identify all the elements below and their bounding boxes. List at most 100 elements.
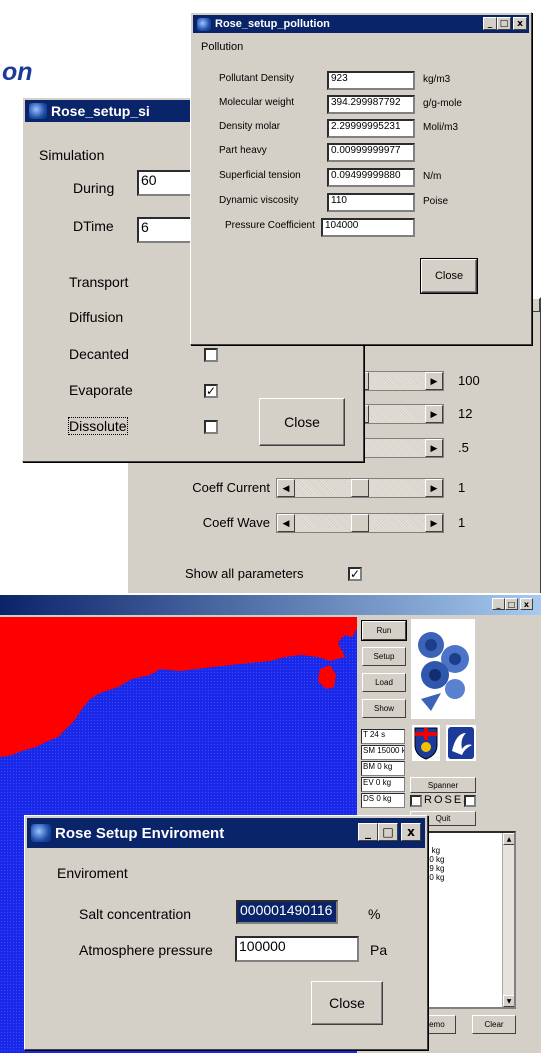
parameter-slider[interactable]: ◀▶ — [276, 478, 444, 498]
environment-setup-window: Rose Setup Enviroment _ □ x Enviroment S… — [24, 815, 428, 1050]
simulation-group-label: Simulation — [39, 147, 105, 163]
dtime-input[interactable]: 6 — [137, 217, 197, 243]
parameter-slider[interactable]: ◀▶ — [276, 513, 444, 533]
pollution-field-input[interactable]: 0.09499999880 — [327, 168, 415, 187]
maximize-button[interactable]: □ — [378, 823, 398, 841]
pollution-group-label: Pollution — [201, 41, 244, 53]
pollution-close-label: Close — [434, 270, 464, 282]
slider-left-arrow[interactable]: ◀ — [277, 514, 295, 532]
atmosphere-pressure-label: Atmosphere pressure — [79, 942, 213, 958]
pollution-field-label: Molecular weight — [219, 97, 295, 108]
pollution-field-label: Pollutant Density — [219, 73, 295, 84]
show-all-parameters-checkbox[interactable]: ✓ — [348, 567, 362, 581]
close-window-button[interactable]: x — [520, 598, 533, 610]
show-button-label: Show — [373, 704, 394, 713]
dissolute-checkbox[interactable] — [204, 420, 218, 434]
setup-button[interactable]: Setup — [362, 647, 406, 666]
dtime-label: DTime — [73, 218, 114, 234]
log-scrollbar[interactable]: ▲ ▼ — [502, 833, 514, 1007]
pollution-field-input[interactable]: 394.299987792 — [327, 95, 415, 114]
pressure-unit-label: Pa — [370, 942, 388, 958]
maximize-button[interactable]: □ — [505, 598, 518, 610]
status-readout: BM 0 kg — [361, 761, 405, 776]
show-button[interactable]: Show — [362, 699, 406, 718]
quit-button-label: Quit — [435, 814, 451, 823]
status-readout: EV 0 kg — [361, 777, 405, 792]
pollution-field-input[interactable]: 0.00999999977 — [327, 143, 415, 162]
show-all-parameters-label: Show all parameters — [185, 566, 304, 581]
pollution-field-input[interactable]: 104000 — [321, 218, 415, 237]
slide-title-fragment: on — [2, 58, 33, 86]
log-line: g — [416, 837, 514, 846]
slider-label: Coeff Wave — [202, 515, 270, 530]
atmosphere-pressure-input[interactable]: 100000 — [235, 936, 359, 962]
slider-right-arrow[interactable]: ▶ — [425, 514, 443, 532]
spanner-button[interactable]: Spanner — [410, 777, 476, 793]
slider-label: Coeff Current — [192, 480, 270, 495]
scroll-up-arrow[interactable]: ▲ — [503, 833, 514, 845]
diffusion-label: Diffusion — [69, 309, 124, 325]
close-window-button[interactable]: x — [401, 823, 421, 841]
slider-left-arrow[interactable]: ◀ — [277, 479, 295, 497]
coat-of-arms-icon — [412, 725, 440, 761]
environment-close-button[interactable]: Close — [311, 981, 383, 1025]
main-title-bar[interactable] — [0, 595, 541, 615]
pollution-field-input[interactable]: 2.29999995231 — [327, 119, 415, 138]
simulation-close-button[interactable]: Close — [259, 398, 345, 446]
during-input[interactable]: 60 — [137, 170, 197, 196]
pollution-title-bar[interactable]: Rose_setup_pollution — [193, 15, 529, 33]
minimize-button[interactable]: _ — [483, 17, 497, 30]
simulation-close-label: Close — [284, 414, 320, 430]
salt-unit-label: % — [368, 906, 381, 922]
load-button[interactable]: Load — [362, 673, 406, 692]
environment-close-label: Close — [329, 995, 365, 1011]
roses-app-icon — [29, 103, 47, 119]
roses-right-checkbox[interactable] — [464, 795, 476, 807]
environment-group-label: Enviroment — [57, 865, 128, 881]
slider-thumb[interactable] — [351, 514, 369, 532]
slider-right-arrow[interactable]: ▶ — [425, 479, 443, 497]
roses-app-icon — [31, 824, 51, 842]
pollution-field-input[interactable]: 110 — [327, 193, 415, 212]
maximize-button[interactable]: □ — [497, 17, 511, 30]
pollution-field-label: Density molar — [219, 121, 281, 132]
transport-label: Transport — [69, 274, 129, 290]
log-line: 4999 kg — [416, 864, 445, 873]
pollution-setup-window: Rose_setup_pollution _ □ x Pollution Pol… — [190, 12, 532, 345]
salt-concentration-input[interactable]: 000001490116 — [236, 900, 338, 924]
pollution-close-button[interactable]: Close — [420, 258, 478, 294]
slider-right-arrow[interactable]: ▶ — [425, 405, 443, 423]
clear-button[interactable]: Clear — [472, 1015, 516, 1034]
roses-app-icon — [197, 17, 211, 31]
close-window-button[interactable]: x — [513, 17, 527, 30]
minimize-button[interactable]: _ — [492, 598, 505, 610]
decanted-label: Decanted — [69, 346, 129, 362]
environment-window-title: Rose Setup Enviroment — [55, 824, 225, 842]
scroll-down-arrow[interactable]: ▼ — [503, 995, 514, 1007]
run-button[interactable]: Run — [361, 620, 407, 641]
slider-thumb[interactable] — [351, 479, 369, 497]
log-line: 000 kg — [416, 846, 441, 855]
setup-button-label: Setup — [373, 652, 395, 661]
pollution-field-label: Superficial tension — [219, 170, 301, 181]
slider-value: .5 — [458, 440, 469, 455]
simulation-window-title: Rose_setup_si — [51, 103, 150, 119]
salt-concentration-label: Salt concentration — [79, 906, 192, 922]
pollution-field-label: Part heavy — [219, 145, 267, 156]
evaporate-label: Evaporate — [69, 382, 133, 398]
log-line: 5000 kg — [416, 873, 445, 882]
slider-right-arrow[interactable]: ▶ — [425, 372, 443, 390]
pollution-field-label: Dynamic viscosity — [219, 195, 299, 206]
evaporate-checkbox[interactable]: ✓ — [204, 384, 218, 398]
during-label: During — [73, 180, 115, 196]
roses-left-checkbox[interactable] — [410, 795, 422, 807]
slider-value: 100 — [458, 373, 480, 388]
minimize-button[interactable]: _ — [358, 823, 378, 841]
decanted-checkbox[interactable] — [204, 348, 218, 362]
pollution-unit-label: kg/m3 — [423, 74, 451, 85]
roses-logo-image — [411, 619, 475, 719]
pollution-field-input[interactable]: 923 — [327, 71, 415, 90]
clear-button-label: Clear — [484, 1020, 504, 1029]
slider-right-arrow[interactable]: ▶ — [425, 439, 443, 457]
pollution-unit-label: Moli/m3 — [423, 122, 459, 133]
